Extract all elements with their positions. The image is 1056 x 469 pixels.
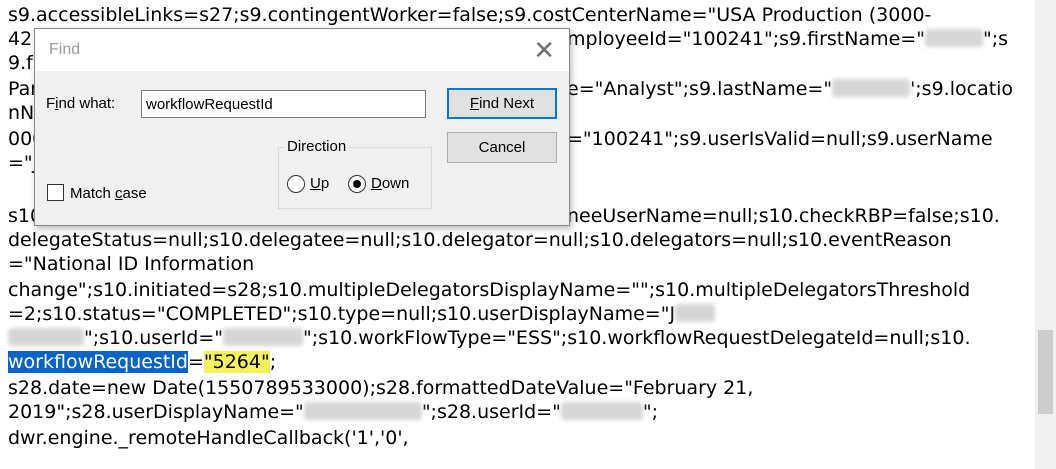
redacted-text [223, 328, 304, 346]
redacted-text [832, 79, 911, 97]
text-line: change";s10.initiated=s28;s10.multipleDe… [8, 279, 971, 301]
radio-selected-dot [353, 180, 361, 188]
text-line: ="National ID Information [8, 253, 255, 275]
text-line: delegateStatus=null;s10.delegatee=null;s… [8, 229, 952, 251]
find-dialog: Find ✕ Find what: workflowRequestId Find… [34, 28, 570, 226]
text-line: neeUserName=null;s10.checkRBP=false;s10. [567, 205, 1000, 227]
down-label: Down [371, 175, 410, 192]
text-line: ";s10.userId=" ";s10.workFlowType="ESS";s… [8, 326, 970, 350]
up-label: Up [310, 175, 330, 192]
selected-match: workflowRequestId [8, 351, 188, 373]
dialog-title: Find [49, 41, 81, 58]
text-line: ="100241";s9.userIsValid=null;s9.userNam… [567, 128, 993, 150]
text-line: s9.accessibleLinks=s27;s9.contingentWork… [8, 4, 932, 26]
text-line: mployeeId="100241";s9.firstName=" ";s [567, 28, 1009, 50]
text-line: 9.f [8, 52, 33, 74]
close-icon[interactable]: ✕ [533, 37, 555, 63]
text-line: =2;s10.status="COMPLETED";s10.type=null;… [8, 302, 716, 326]
scrollbar-thumb[interactable] [1038, 330, 1053, 414]
match-case-checkbox[interactable] [47, 184, 64, 201]
vertical-scrollbar[interactable] [1035, 0, 1056, 469]
redacted-text [675, 304, 716, 322]
up-radio[interactable] [287, 175, 305, 193]
text-line: e="Analyst";s9.lastName=" ';s9.locatio [567, 78, 1014, 100]
find-what-label: Find what: [46, 95, 116, 112]
redacted-text [8, 328, 84, 346]
direction-label: Direction [284, 138, 350, 155]
text-line: workflowRequestId="5264"; [8, 351, 277, 373]
find-next-button[interactable]: Find Next [447, 88, 557, 119]
redacted-text [924, 29, 983, 47]
redacted-text [303, 402, 422, 420]
text-line: 42 [8, 28, 33, 50]
text-line: 2019";s28.userDisplayName=" ";s28.userId=… [8, 401, 658, 423]
down-radio[interactable] [348, 175, 366, 193]
text-line: nN [8, 102, 35, 124]
dialog-titlebar[interactable]: Find ✕ [35, 29, 569, 71]
match-case-label: Match case [70, 185, 147, 202]
text-line: s28.date=new Date(1550789533000);s28.for… [8, 377, 754, 399]
redacted-text [560, 402, 643, 420]
highlighted-value: "5264" [203, 351, 270, 373]
cancel-button[interactable]: Cancel [447, 132, 557, 163]
text-line: dwr.engine._remoteHandleCallback('1','0'… [8, 427, 409, 449]
search-input[interactable]: workflowRequestId [141, 90, 426, 118]
